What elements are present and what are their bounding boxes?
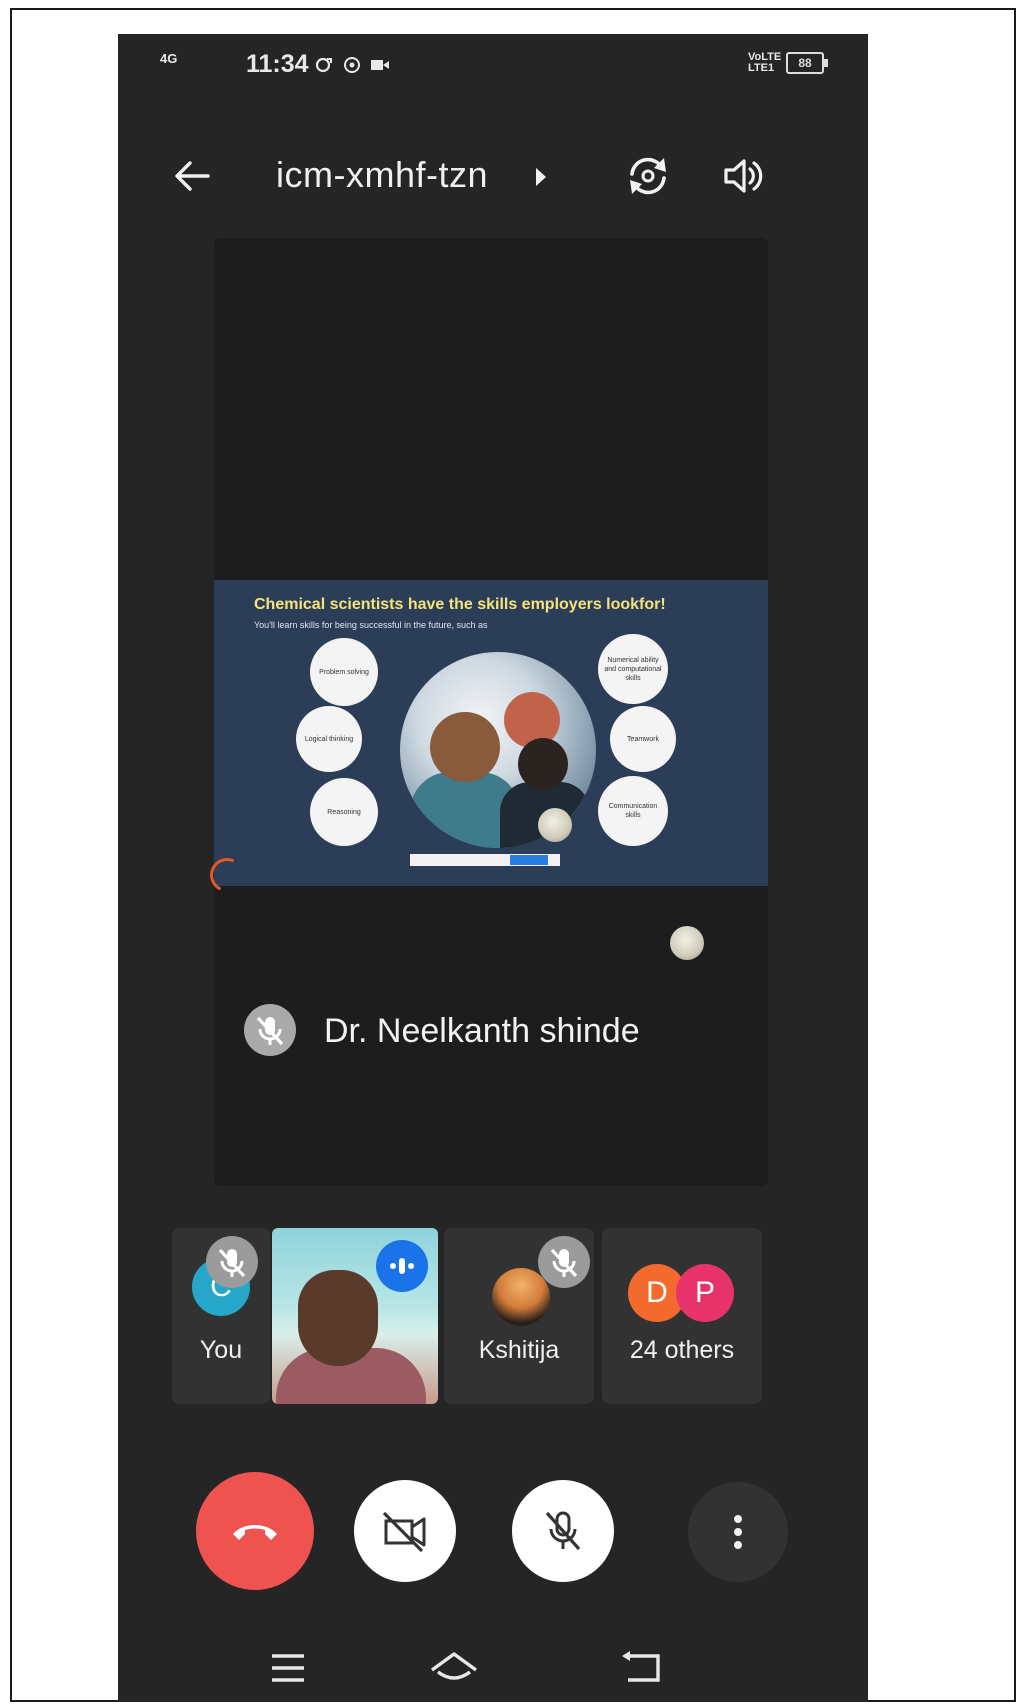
volte-indicator: VoLTE LTE1 <box>748 51 782 74</box>
participant-label: 24 others <box>629 1336 735 1364</box>
sync-icon <box>315 57 332 73</box>
slide-loader-arc <box>205 853 249 897</box>
more-options-button[interactable] <box>688 1482 788 1582</box>
participant-label: Kshitija <box>478 1336 560 1364</box>
participant-tile-you[interactable]: C You <box>172 1228 270 1404</box>
mic-off-icon <box>545 1511 581 1551</box>
mic-off-icon <box>206 1236 258 1288</box>
camera-toggle-button[interactable] <box>354 1480 456 1582</box>
presentation-tile[interactable]: Chemical scientists have the skills empl… <box>205 238 768 1186</box>
pointer-dot <box>670 926 704 960</box>
arrow-left-icon[interactable] <box>168 152 216 200</box>
mic-off-icon <box>244 1004 296 1056</box>
skill-bubble: Reasoning <box>310 778 378 846</box>
slide-title: Chemical scientists have the skills empl… <box>254 596 666 613</box>
speaker-icon[interactable] <box>720 152 768 200</box>
avatar: P <box>676 1264 734 1322</box>
mic-toggle-button[interactable] <box>512 1480 614 1582</box>
skill-bubble: Numerical ability and computational skil… <box>598 634 668 704</box>
switch-camera-icon[interactable] <box>622 150 674 202</box>
participant-tile-video[interactable] <box>272 1228 438 1404</box>
whatsapp-icon <box>344 57 360 73</box>
more-vertical-icon <box>734 1515 742 1549</box>
battery-indicator: 88 <box>786 52 828 74</box>
camera-off-icon <box>382 1511 426 1553</box>
skill-bubble: Problem solving <box>310 638 378 706</box>
skill-bubble: Teamwork <box>610 706 676 772</box>
video-status-icon <box>371 60 389 70</box>
participant-tile-kshitija[interactable]: Kshitija <box>444 1228 594 1404</box>
network-indicator: 4G <box>160 51 178 66</box>
speaking-indicator-icon <box>376 1240 428 1292</box>
back-nav-icon[interactable] <box>618 1648 670 1688</box>
home-icon[interactable] <box>428 1648 480 1688</box>
skill-bubble: Logical thinking <box>296 706 362 772</box>
status-time: 11:34 <box>246 50 309 78</box>
end-call-button[interactable] <box>196 1472 314 1590</box>
shared-slide: Chemical scientists have the skills empl… <box>205 580 768 897</box>
caret-right-icon[interactable] <box>532 164 550 190</box>
pointer-dot <box>538 808 572 842</box>
meeting-code[interactable]: icm-xmhf-tzn <box>276 154 488 196</box>
skill-bubble: Communication skills <box>598 776 668 846</box>
slide-subtitle: You'll learn skills for being successful… <box>254 620 488 630</box>
phone-screen: 4G 11:34 VoLTE LTE1 88 icm-xmhf-tzn Chem… <box>118 34 868 1702</box>
status-bar: 4G 11:34 VoLTE LTE1 88 <box>118 34 868 94</box>
hang-up-icon <box>233 1525 277 1540</box>
mic-off-icon <box>538 1236 590 1288</box>
active-speaker-name: Dr. Neelkanth shinde <box>324 1012 640 1050</box>
participant-tile-others[interactable]: D P 24 others <box>602 1228 762 1404</box>
menu-icon[interactable] <box>264 1648 316 1688</box>
slide-toolbar-button <box>510 855 548 865</box>
participant-label: You <box>199 1336 243 1364</box>
